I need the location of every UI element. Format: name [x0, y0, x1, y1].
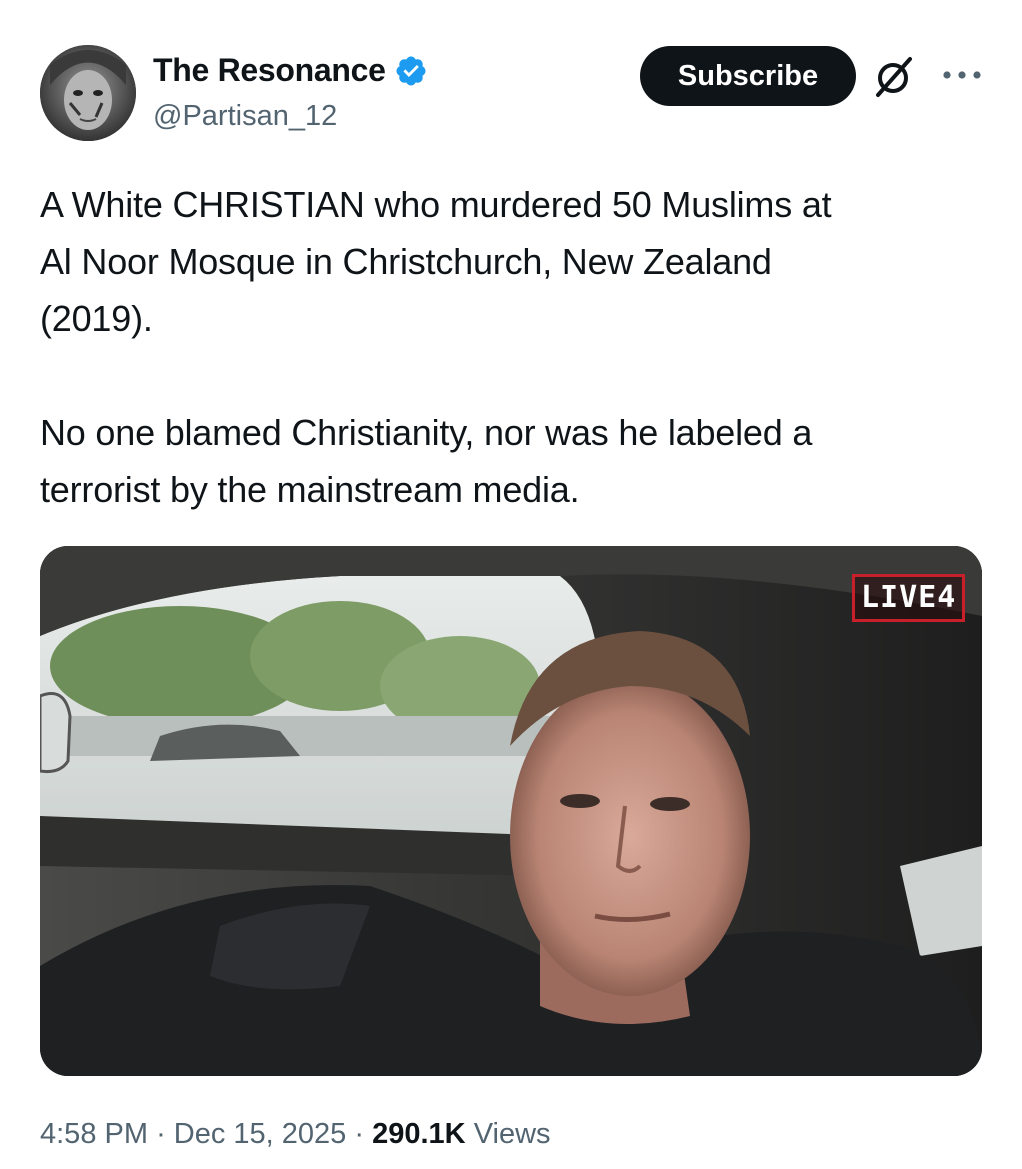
author-handle[interactable]: @Partisan_12	[153, 100, 337, 133]
more-options-icon[interactable]	[938, 60, 986, 90]
tweet-text: A White CHRISTIAN who murdered 50 Muslim…	[40, 176, 980, 518]
avatar[interactable]	[40, 45, 136, 141]
views-count[interactable]: 290.1K	[372, 1118, 466, 1150]
tweet-paragraph: A White CHRISTIAN who murdered 50 Muslim…	[40, 184, 832, 339]
grok-icon[interactable]	[872, 55, 916, 99]
tweet-header: The Resonance @Partisan_12 Subscribe	[0, 0, 1022, 150]
tweet-paragraph: No one blamed Christianity, nor was he l…	[40, 412, 813, 510]
author-name-row: The Resonance	[153, 52, 428, 89]
author-display-name[interactable]: The Resonance	[153, 52, 386, 89]
tweet-date[interactable]: Dec 15, 2025	[174, 1118, 347, 1150]
avatar-image	[40, 45, 136, 141]
tweet-media-video[interactable]: LIVE4	[40, 546, 982, 1076]
views-label: Views	[473, 1118, 551, 1150]
meta-separator: ·	[354, 1118, 365, 1150]
video-frame-image	[40, 546, 982, 1076]
tweet-time[interactable]: 4:58 PM	[40, 1118, 148, 1150]
verified-badge-icon	[396, 55, 426, 86]
meta-separator: ·	[156, 1118, 166, 1150]
subscribe-button[interactable]: Subscribe	[640, 46, 856, 106]
tweet-meta: 4:58 PM · Dec 15, 2025 · 290.1K Views	[40, 1118, 551, 1151]
live-badge: LIVE4	[852, 574, 966, 622]
